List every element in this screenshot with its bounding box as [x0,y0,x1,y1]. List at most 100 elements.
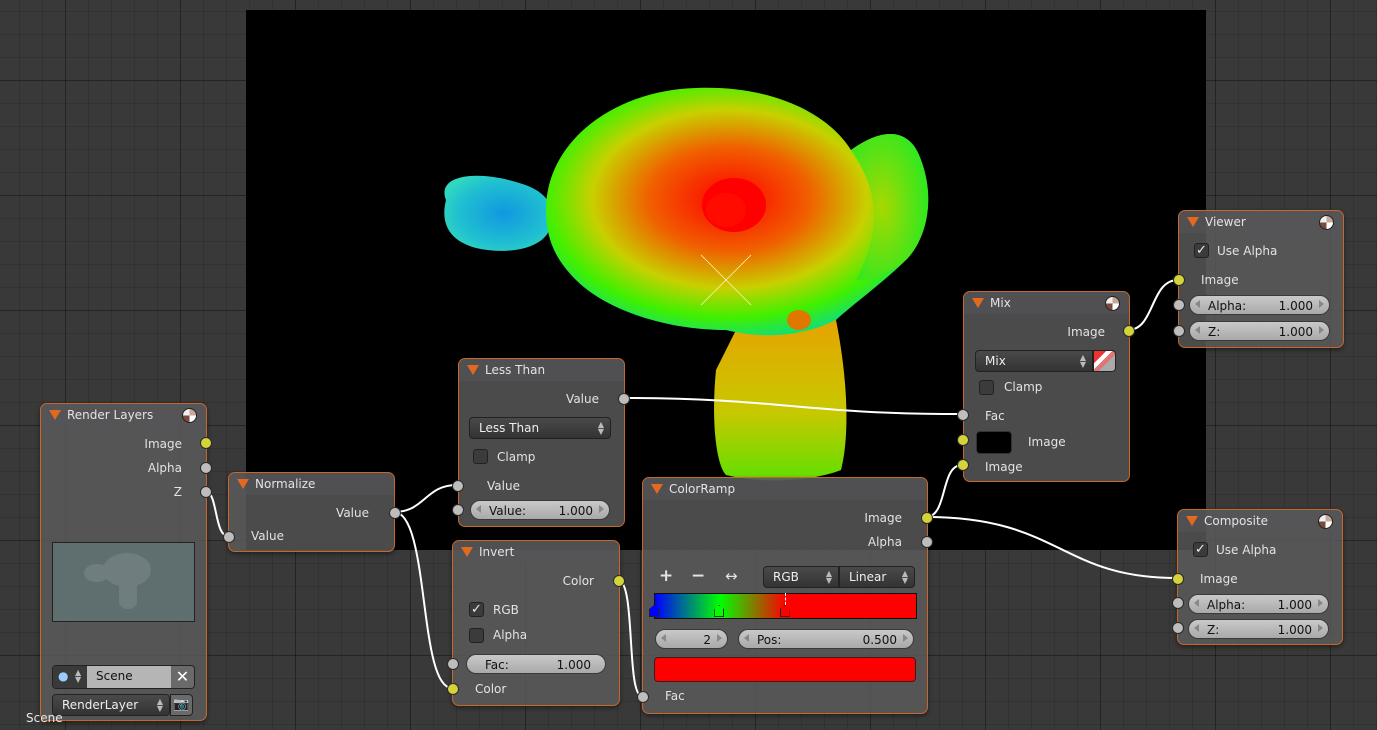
socket-lessthan-in1[interactable] [452,480,464,492]
clamp-checkbox[interactable] [473,449,488,464]
node-header[interactable]: Render Layers [41,404,206,426]
decrement-arrow-icon[interactable] [661,634,666,642]
alpha-checkbox[interactable] [469,628,484,643]
unlink-scene-x-icon[interactable]: ✕ [171,666,194,688]
socket-composite-image[interactable] [1172,573,1184,585]
flip-ramp-button[interactable]: ↔ [725,567,738,585]
increment-arrow-icon[interactable] [1318,624,1323,632]
socket-normalize-out[interactable] [389,507,401,519]
socket-lessthan-in2[interactable] [452,504,464,516]
link-renderlayers-z-to-normalize[interactable] [204,490,229,537]
remove-stop-button[interactable]: − [691,566,705,586]
node-color-ramp[interactable]: ColorRamp Image Alpha + − ↔ RGB ▲ ▼ Linea… [642,477,928,714]
socket-lessthan-out[interactable] [618,393,630,405]
socket-mix-out[interactable] [1123,325,1135,337]
active-stop-color-swatch[interactable] [654,657,916,682]
node-composite[interactable]: Composite ✓ Use Alpha Image Alpha: 1.000… [1177,509,1343,645]
node-viewer[interactable]: Viewer ✓ Use Alpha Image Alpha: 1.000 Z:… [1178,210,1344,348]
increment-arrow-icon[interactable] [1318,599,1323,607]
decrement-arrow-icon[interactable] [1194,624,1199,632]
socket-invert-fac[interactable] [447,658,459,670]
alpha-field[interactable]: Alpha: 1.000 [1188,594,1329,614]
increment-arrow-icon[interactable] [599,505,604,513]
node-invert[interactable]: Invert Color ✓ RGB Alpha Fac: 1.000 Colo… [452,540,620,706]
socket-colorramp-alpha[interactable] [921,536,933,548]
node-header[interactable]: Viewer [1179,211,1343,233]
scene-selector[interactable]: ● ▲ ▼ Scene ✕ [52,665,195,689]
collapse-triangle-icon[interactable] [461,547,473,557]
node-header[interactable]: Less Than [459,359,624,381]
socket-renderlayers-z[interactable] [200,486,212,498]
use-alpha-toggle-icon[interactable] [1093,350,1116,372]
decrement-arrow-icon[interactable] [744,634,749,642]
collapse-triangle-icon[interactable] [49,410,61,420]
increment-arrow-icon[interactable] [903,634,908,642]
z-field[interactable]: Z: 1.000 [1189,321,1330,341]
color-stop-handle[interactable] [779,605,790,617]
node-header[interactable]: Composite [1178,510,1342,532]
socket-viewer-alpha[interactable] [1173,299,1185,311]
clamp-checkbox[interactable] [979,380,994,395]
socket-mix-image1[interactable] [957,434,969,446]
collapse-triangle-icon[interactable] [651,484,663,494]
render-camera-icon[interactable]: 📷 [170,694,193,716]
socket-mix-image2[interactable] [957,459,969,471]
link-invert-to-colorramp[interactable] [617,579,643,697]
socket-viewer-z[interactable] [1173,325,1185,337]
preview-toggle-icon[interactable] [1319,215,1334,230]
socket-invert-out[interactable] [613,575,625,587]
interpolation-select[interactable]: Linear ▲ ▼ [839,566,915,588]
socket-composite-alpha[interactable] [1172,597,1184,609]
increment-arrow-icon[interactable] [1319,300,1324,308]
socket-mix-fac[interactable] [957,409,969,421]
add-stop-button[interactable]: + [659,566,673,586]
decrement-arrow-icon[interactable] [1195,300,1200,308]
active-stop-index-field[interactable]: 2 [655,629,728,649]
z-field[interactable]: Z: 1.000 [1188,619,1329,639]
collapse-triangle-icon[interactable] [972,298,984,308]
stop-position-field[interactable]: Pos: 0.500 [738,629,914,649]
node-mix[interactable]: Mix Image Mix ▲ ▼ Clamp Fac Image Image [963,291,1130,482]
socket-composite-z[interactable] [1172,622,1184,634]
node-less-than[interactable]: Less Than Value Less Than ▲ ▼ Clamp Value… [458,358,625,527]
socket-renderlayers-alpha[interactable] [200,462,212,474]
preview-toggle-icon[interactable] [1105,296,1120,311]
render-layer-select[interactable]: RenderLayer ▲ ▼ [52,694,170,716]
socket-colorramp-fac[interactable] [637,691,649,703]
node-normalize[interactable]: Normalize Value Value [228,472,395,552]
socket-invert-color-in[interactable] [447,683,459,695]
increment-arrow-icon[interactable] [1319,326,1324,334]
decrement-arrow-icon[interactable] [1194,599,1199,607]
node-render-layers[interactable]: Render Layers Image Alpha Z ● ▲ ▼ Scene ✕… [40,403,207,721]
node-header[interactable]: ColorRamp [643,478,927,500]
collapse-triangle-icon[interactable] [1186,516,1198,526]
increment-arrow-icon[interactable] [717,634,722,642]
preview-toggle-icon[interactable] [1318,514,1333,529]
socket-normalize-in[interactable] [223,531,235,543]
fac-field[interactable]: Fac: 1.000 [466,654,606,674]
blend-type-select[interactable]: Mix ▲ ▼ [975,350,1093,372]
node-header[interactable]: Mix [964,292,1129,314]
image-color-swatch[interactable] [976,431,1012,454]
alpha-field[interactable]: Alpha: 1.000 [1189,295,1330,315]
use-alpha-checkbox[interactable]: ✓ [1193,542,1208,557]
color-mode-select[interactable]: RGB ▲ ▼ [763,566,839,588]
decrement-arrow-icon[interactable] [1195,326,1200,334]
rgb-checkbox[interactable]: ✓ [469,602,484,617]
node-header[interactable]: Normalize [229,473,394,495]
socket-viewer-image[interactable] [1173,274,1185,286]
collapse-triangle-icon[interactable] [1187,217,1199,227]
node-header[interactable]: Invert [453,541,619,563]
socket-colorramp-image[interactable] [921,512,933,524]
math-operation-select[interactable]: Less Than ▲ ▼ [469,417,611,439]
use-alpha-checkbox[interactable]: ✓ [1194,243,1209,258]
socket-renderlayers-image[interactable] [200,437,212,449]
color-stop-handle[interactable] [714,605,725,617]
color-stop-handle[interactable] [649,605,659,617]
decrement-arrow-icon[interactable] [476,505,481,513]
preview-toggle-icon[interactable] [182,408,197,423]
scene-name-field[interactable]: Scene [87,666,171,688]
value-field[interactable]: Value: 1.000 [470,500,610,520]
scene-browse-button[interactable]: ● ▲ ▼ [53,666,87,688]
collapse-triangle-icon[interactable] [237,479,249,489]
